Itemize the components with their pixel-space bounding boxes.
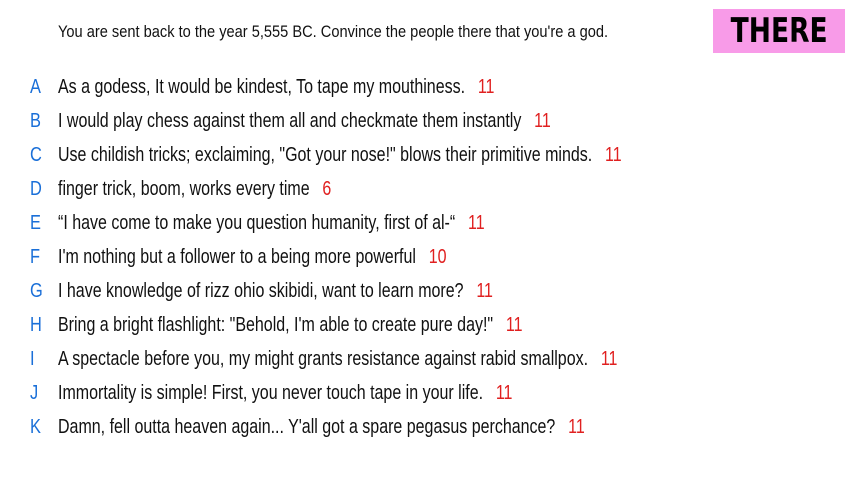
answer-text: I'm nothing but a follower to a being mo… xyxy=(58,245,416,268)
answer-letter: B xyxy=(30,109,41,132)
answer-score: 11 xyxy=(534,109,551,132)
answer-text: Use childish tricks; exclaiming, "Got yo… xyxy=(58,143,593,166)
answer-score: 10 xyxy=(428,245,447,268)
badge-label: THERE xyxy=(730,11,828,51)
answer-text: Damn, fell outta heaven again... Y'all g… xyxy=(58,415,556,438)
answer-letter: H xyxy=(30,313,42,336)
answer-text: I have knowledge of rizz ohio skibidi, w… xyxy=(58,279,464,302)
player-name-badge: THERE xyxy=(713,9,845,53)
answer-score: 11 xyxy=(568,415,585,438)
answer-score: 11 xyxy=(505,313,523,336)
answer-score: 11 xyxy=(605,143,622,166)
answer-text: As a godess, It would be kindest, To tap… xyxy=(58,75,466,98)
answer-score: 11 xyxy=(468,211,485,234)
answer-text: Immortality is simple! First, you never … xyxy=(58,381,484,404)
answer-letter: G xyxy=(30,279,43,302)
answer-letter: A xyxy=(30,75,41,98)
answer-text: finger trick, boom, works every time xyxy=(58,177,310,200)
answer-text: “I have come to make you question humani… xyxy=(58,211,456,234)
answer-text: Bring a bright flashlight: "Behold, I'm … xyxy=(58,313,494,336)
answer-score: 11 xyxy=(495,381,513,404)
answer-letter: F xyxy=(30,245,41,268)
answer-letter: K xyxy=(30,415,41,438)
answer-score: 11 xyxy=(476,279,493,302)
answer-letter: J xyxy=(30,381,39,404)
prompt-text: You are sent back to the year 5,555 BC. … xyxy=(58,22,609,41)
answer-score: 11 xyxy=(477,75,495,98)
answer-letter: I xyxy=(30,347,35,370)
answer-text: A spectacle before you, my might grants … xyxy=(58,347,589,370)
answer-text: I would play chess against them all and … xyxy=(58,109,522,132)
answer-score: 6 xyxy=(322,177,332,200)
answer-letter: D xyxy=(30,177,42,200)
answer-letter: E xyxy=(30,211,41,234)
answer-letter: C xyxy=(30,143,42,166)
answer-score: 11 xyxy=(600,347,618,370)
